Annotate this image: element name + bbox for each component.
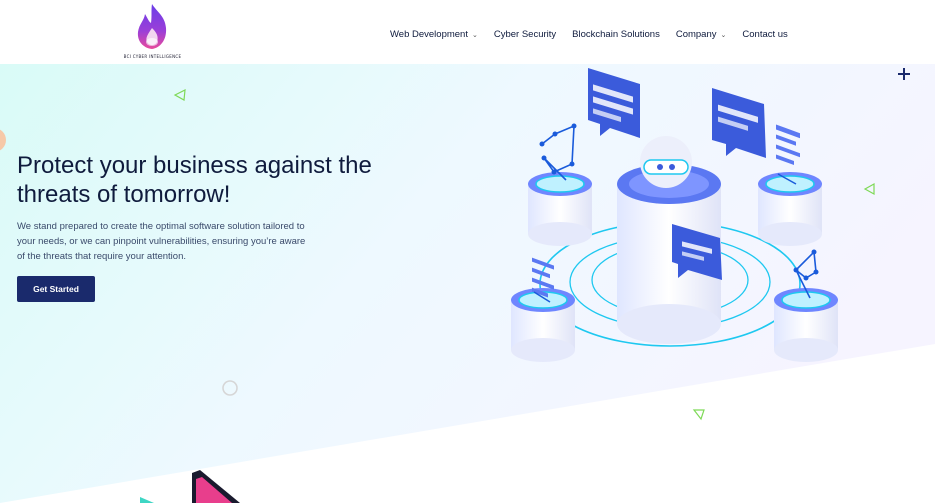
logo[interactable]: BCI CYBER INTELLIGENCE (120, 2, 185, 62)
nav-item-label: Cyber Security (493, 29, 557, 40)
nav-item-label: Contact us (742, 29, 788, 40)
nav-item-cyber-security[interactable]: Cyber Security (494, 29, 556, 40)
nav-item-company[interactable]: Company ⌄ (676, 29, 727, 40)
circle-decoration-icon (0, 129, 6, 151)
hero-description: We stand prepared to create the optimal … (17, 221, 306, 262)
nav-item-web-development[interactable]: Web Development ⌄ (390, 29, 478, 40)
triangle-outline-icon (863, 182, 875, 196)
hero-title: Protect your business against the threat… (17, 152, 372, 208)
get-started-button[interactable]: Get Started (17, 276, 95, 302)
nav-item-label: Web Development (390, 29, 468, 40)
site-header: BCI CYBER INTELLIGENCE Web Development ⌄… (0, 0, 935, 64)
triangle-outline-icon (173, 89, 186, 101)
plus-icon (898, 68, 910, 80)
main-nav: Web Development ⌄ Cyber Security Blockch… (390, 29, 788, 40)
chevron-down-icon: ⌄ (471, 31, 478, 39)
nav-item-contact-us[interactable]: Contact us (742, 29, 787, 40)
chevron-down-icon: ⌄ (720, 31, 727, 39)
nav-item-label: Company (675, 29, 717, 40)
nav-item-blockchain-solutions[interactable]: Blockchain Solutions (572, 29, 660, 40)
cyber-security-illustration (511, 68, 838, 362)
monitor-illustration (140, 470, 240, 503)
circle-outline-icon (222, 380, 238, 396)
logo-text: BCI CYBER INTELLIGENCE (123, 54, 182, 59)
triangle-outline-icon (692, 409, 705, 421)
nav-item-label: Blockchain Solutions (572, 29, 660, 40)
flame-logo-icon (137, 4, 167, 49)
